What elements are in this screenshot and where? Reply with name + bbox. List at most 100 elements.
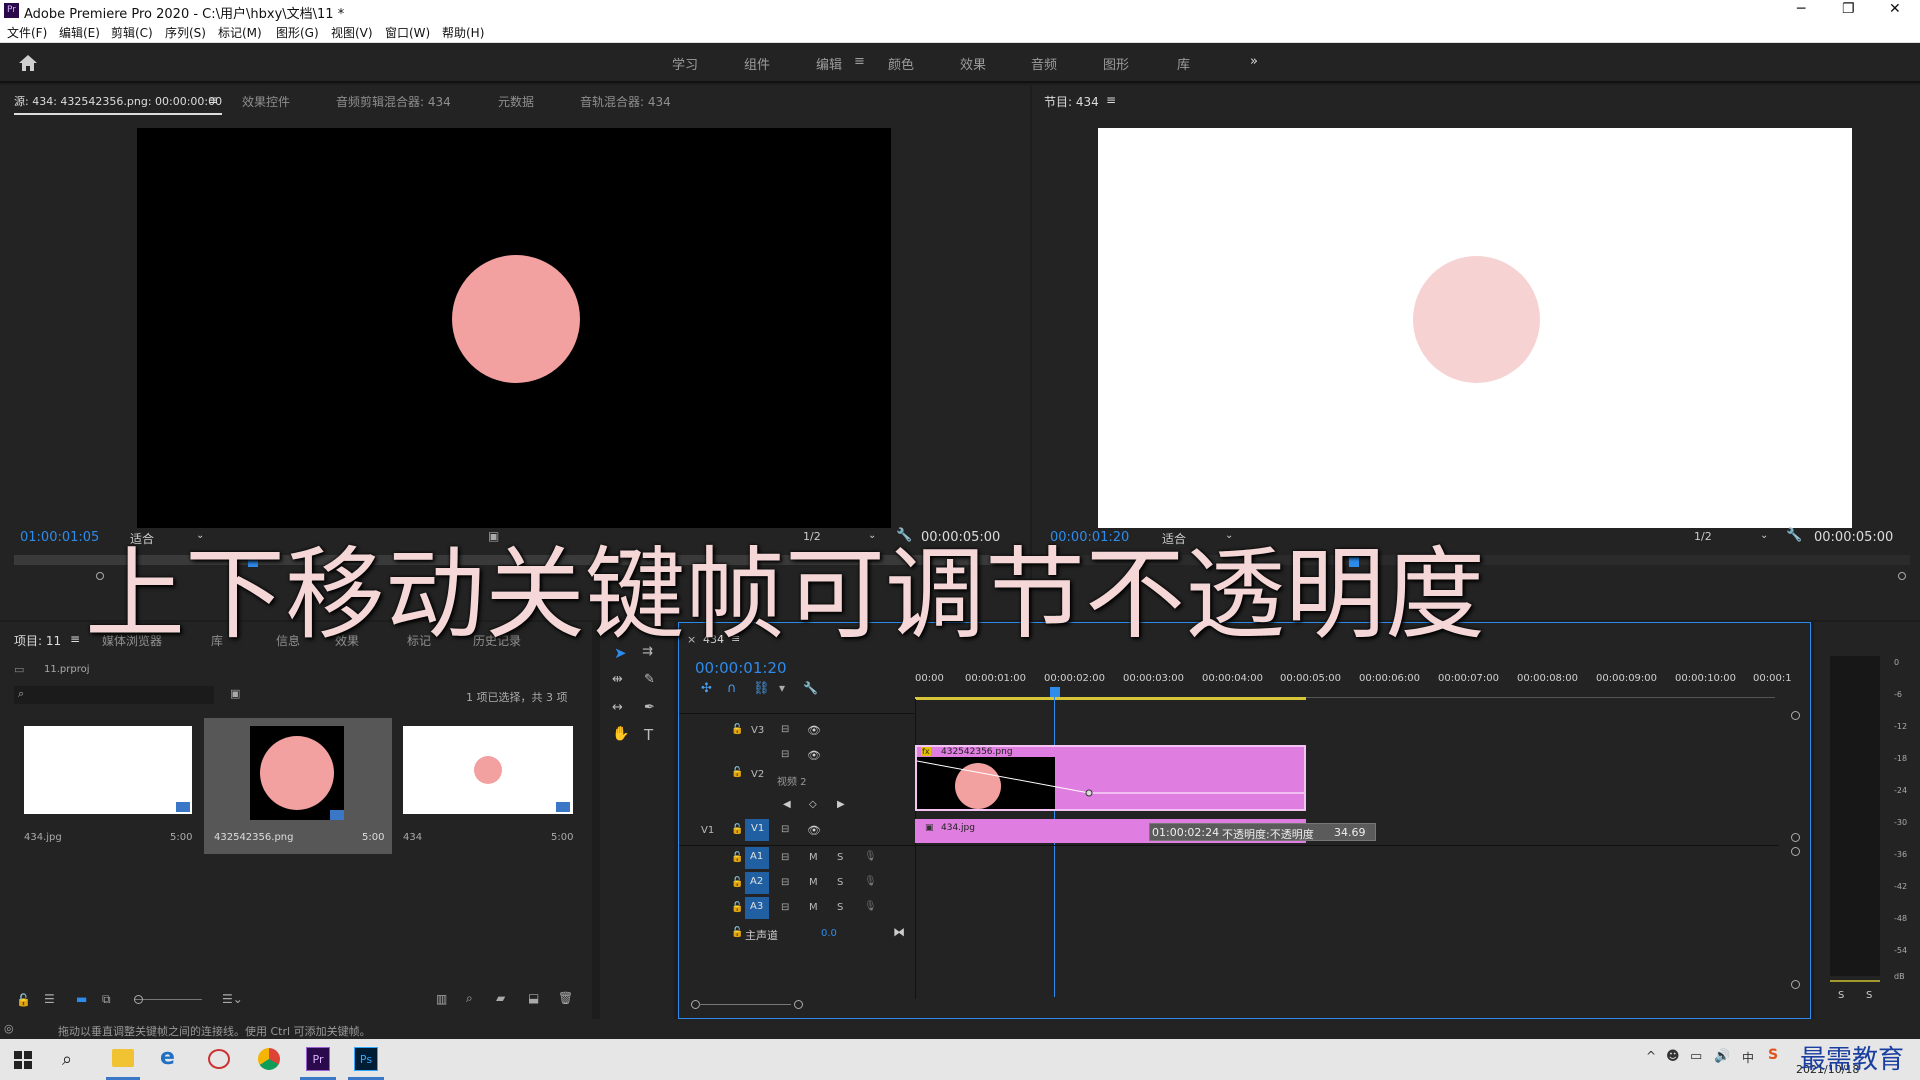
project-item[interactable]: 434.jpg 5:00 <box>14 718 198 854</box>
menu-graphics[interactable]: 图形(G) <box>276 24 319 41</box>
timeline-close-icon[interactable]: × <box>687 633 696 646</box>
wrench-icon[interactable]: 🔧 <box>896 528 912 543</box>
opacity-rubber-band[interactable] <box>917 747 1304 809</box>
next-keyframe-icon[interactable]: ▶ <box>837 799 845 810</box>
windows-start-icon[interactable] <box>14 1051 32 1069</box>
scroll-handle[interactable] <box>1791 711 1800 720</box>
solo-left-button[interactable]: S <box>1838 990 1844 1001</box>
track-a1-target[interactable]: A1 <box>745 847 769 869</box>
tab-markers[interactable]: 标记 <box>407 632 431 649</box>
zoom-scroll-handle-right[interactable] <box>794 1000 803 1009</box>
timeline-timecode[interactable]: 00:00:01:20 <box>695 659 787 677</box>
photoshop-taskbar-icon[interactable]: Ps <box>354 1047 378 1071</box>
more-workspaces-icon[interactable]: » <box>1250 54 1258 69</box>
microphone-icon[interactable]: 🎙 <box>864 851 877 862</box>
snap-icon[interactable]: ∩ <box>727 681 737 696</box>
timeline-menu-icon[interactable]: ≡ <box>731 632 740 645</box>
menu-file[interactable]: 文件(F) <box>7 24 47 41</box>
list-view-icon[interactable]: ☰ <box>44 992 55 1006</box>
tab-source[interactable]: 源: 434: 432542356.png: 00:00:00:00 <box>14 93 223 115</box>
menu-window[interactable]: 窗口(W) <box>385 24 430 41</box>
scroll-handle[interactable] <box>1791 833 1800 842</box>
lock-icon[interactable]: 🔓 <box>16 993 31 1007</box>
chevron-up-icon[interactable]: ^ <box>1646 1049 1656 1063</box>
workspace-effects[interactable]: 效果 <box>960 54 986 73</box>
workspace-libraries[interactable]: 库 <box>1177 54 1190 73</box>
master-volume-value[interactable]: 0.0 <box>821 928 837 939</box>
linked-selection-icon[interactable]: ⛓ <box>753 681 770 696</box>
lock-icon[interactable]: 🔓 <box>731 902 743 913</box>
source-panel-menu-icon[interactable]: ≡ <box>208 93 218 107</box>
ime-icon[interactable]: 中 <box>1742 1049 1754 1066</box>
project-panel-menu-icon[interactable]: ≡ <box>70 632 80 646</box>
lock-icon[interactable]: 🔓 <box>731 927 743 938</box>
selection-tool-icon[interactable]: ➤ <box>614 644 627 662</box>
scroll-handle[interactable] <box>1791 980 1800 989</box>
close-button[interactable]: ✕ <box>1889 1 1901 17</box>
source-playhead[interactable] <box>248 557 258 567</box>
add-marker-icon[interactable]: ▾ <box>779 681 785 695</box>
menu-view[interactable]: 视图(V) <box>331 24 373 41</box>
hand-tool-icon[interactable]: ✋ <box>612 726 629 742</box>
find-icon[interactable]: ⌕ <box>466 991 473 1006</box>
time-ruler[interactable]: 00:00 00:00:01:00 00:00:02:00 00:00:03:0… <box>915 673 1792 687</box>
ripple-edit-tool-icon[interactable]: ⇹ <box>612 672 623 687</box>
sort-icon[interactable]: ☰⌄ <box>222 992 243 1006</box>
track-v1-target[interactable]: V1 <box>745 819 769 841</box>
menu-sequence[interactable]: 序列(S) <box>165 24 206 41</box>
mute-button[interactable]: M <box>809 902 818 913</box>
solo-button[interactable]: S <box>837 852 843 863</box>
solo-button[interactable]: S <box>837 902 843 913</box>
mute-button[interactable]: M <box>809 877 818 888</box>
slip-tool-icon[interactable]: ↔ <box>612 700 623 715</box>
track-a3-target[interactable]: A3 <box>745 897 769 919</box>
tab-libraries[interactable]: 库 <box>211 632 223 649</box>
sogou-icon[interactable]: S <box>1768 1047 1778 1063</box>
clip-v2-432542356[interactable]: fx 432542356.png <box>915 745 1306 811</box>
program-video-frame[interactable] <box>1098 128 1852 528</box>
source-patch-v1[interactable]: V1 <box>701 825 714 836</box>
sync-lock-icon[interactable]: ⊟ <box>781 824 789 835</box>
nest-toggle-icon[interactable]: ✣ <box>701 681 712 696</box>
program-resolution-select[interactable]: 1/2 <box>1694 530 1712 543</box>
tab-effect-controls[interactable]: 效果控件 <box>242 93 290 110</box>
track-v2[interactable]: V2 <box>751 769 764 780</box>
source-fit-select[interactable]: 适合 <box>130 530 154 547</box>
menu-help[interactable]: 帮助(H) <box>442 24 484 41</box>
tab-effects[interactable]: 效果 <box>335 632 359 649</box>
program-fit-select[interactable]: 适合 <box>1162 530 1186 547</box>
mute-button[interactable]: M <box>809 852 818 863</box>
tab-metadata[interactable]: 元数据 <box>498 93 534 110</box>
horizontal-scrollbar[interactable] <box>699 1004 791 1005</box>
zoom-slider[interactable] <box>134 999 202 1000</box>
previous-keyframe-icon[interactable]: ◀ <box>783 799 791 810</box>
trash-icon[interactable]: 🗑 <box>558 991 573 1005</box>
new-bin-icon[interactable]: ▰ <box>496 991 505 1005</box>
microphone-icon[interactable]: 🎙 <box>864 876 877 887</box>
tab-program[interactable]: 节目: 434 <box>1044 93 1099 110</box>
track-a2-target[interactable]: A2 <box>745 872 769 894</box>
source-resolution-select[interactable]: 1/2 <box>803 530 821 543</box>
volume-icon[interactable]: 🔊 <box>1714 1049 1730 1064</box>
sync-lock-icon[interactable]: ⊟ <box>781 749 789 760</box>
marker-icon[interactable]: ▣ <box>488 529 499 543</box>
wrench-icon[interactable]: 🔧 <box>1786 528 1802 543</box>
tab-audio-clip-mixer[interactable]: 音频剪辑混合器: 434 <box>336 93 451 110</box>
icon-view-icon[interactable]: ▬ <box>76 992 87 1006</box>
lock-icon[interactable]: 🔓 <box>731 767 743 778</box>
scroll-handle[interactable] <box>1791 847 1800 856</box>
new-item-icon[interactable]: ⬓ <box>528 991 539 1005</box>
eye-icon[interactable]: 👁 <box>807 724 821 737</box>
chrome-icon[interactable] <box>258 1048 280 1070</box>
workspace-graphics[interactable]: 图形 <box>1103 54 1129 73</box>
source-scrubber[interactable] <box>14 555 1010 565</box>
workspace-learn[interactable]: 学习 <box>672 54 698 73</box>
pen-tool-icon[interactable]: ✒ <box>644 700 655 715</box>
track-v3[interactable]: V3 <box>751 725 764 736</box>
tab-history[interactable]: 历史记录 <box>473 632 521 649</box>
type-tool-icon[interactable]: T <box>644 726 653 744</box>
chevron-down-icon[interactable]: ⌄ <box>1760 530 1768 541</box>
solo-right-button[interactable]: S <box>1866 990 1872 1001</box>
work-area-bar[interactable] <box>915 697 1306 700</box>
workspace-menu-icon[interactable]: ≡ <box>854 54 865 69</box>
